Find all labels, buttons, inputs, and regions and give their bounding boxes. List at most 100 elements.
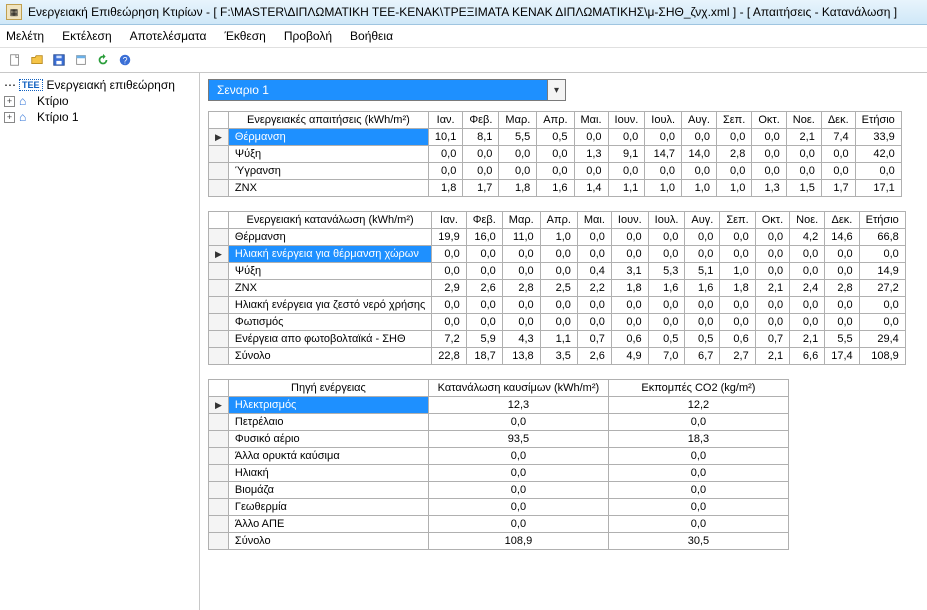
- cell[interactable]: 1,6: [648, 280, 685, 297]
- col-header[interactable]: Οκτ.: [752, 112, 786, 129]
- cell[interactable]: 0,0: [466, 297, 502, 314]
- cell[interactable]: 0,0: [859, 246, 905, 263]
- cell[interactable]: 5,9: [466, 331, 502, 348]
- col-header[interactable]: Σεπ.: [720, 212, 755, 229]
- row-label[interactable]: Θέρμανση: [228, 129, 428, 146]
- cell[interactable]: 2,1: [755, 348, 789, 365]
- cell[interactable]: 14,7: [645, 146, 682, 163]
- cell[interactable]: 1,0: [720, 263, 755, 280]
- row-label[interactable]: Ψύξη: [228, 146, 428, 163]
- row-label[interactable]: Σύνολο: [228, 348, 431, 365]
- cell[interactable]: 0,0: [720, 246, 755, 263]
- cell[interactable]: 2,4: [790, 280, 825, 297]
- cell[interactable]: 0,0: [428, 163, 462, 180]
- col-header[interactable]: Απρ.: [537, 112, 574, 129]
- cell[interactable]: 1,6: [685, 280, 720, 297]
- cell[interactable]: 0,0: [540, 314, 577, 331]
- menu-results[interactable]: Αποτελέσματα: [130, 29, 207, 43]
- cell[interactable]: 1,0: [645, 180, 682, 197]
- cell[interactable]: 0,0: [540, 246, 577, 263]
- cell[interactable]: 0,5: [537, 129, 574, 146]
- cell[interactable]: 108,9: [428, 533, 608, 550]
- col-header[interactable]: Ετήσιο: [855, 112, 901, 129]
- col-header[interactable]: Αυγ.: [685, 212, 720, 229]
- cell[interactable]: 0,0: [466, 314, 502, 331]
- row-label[interactable]: Ηλιακή ενέργεια για θέρμανση χώρων: [228, 246, 431, 263]
- cell[interactable]: 0,0: [502, 297, 540, 314]
- cell[interactable]: 0,0: [720, 314, 755, 331]
- refresh-icon[interactable]: [94, 51, 112, 69]
- table-row[interactable]: Ψύξη0,00,00,00,01,39,114,714,02,80,00,00…: [209, 146, 902, 163]
- cell[interactable]: 0,0: [608, 414, 788, 431]
- cell[interactable]: 11,0: [502, 229, 540, 246]
- cell[interactable]: 7,0: [648, 348, 685, 365]
- cell[interactable]: 33,9: [855, 129, 901, 146]
- cell[interactable]: 0,0: [608, 163, 645, 180]
- col-header[interactable]: Νοε.: [790, 212, 825, 229]
- cell[interactable]: 0,0: [432, 263, 466, 280]
- cell[interactable]: 2,1: [755, 280, 789, 297]
- expand-icon[interactable]: +: [4, 96, 15, 107]
- cell[interactable]: 19,9: [432, 229, 466, 246]
- save-icon[interactable]: [50, 51, 68, 69]
- cell[interactable]: 2,8: [716, 146, 751, 163]
- col-header[interactable]: Κατανάλωση καυσίμων (kWh/m²): [428, 380, 608, 397]
- row-label[interactable]: ΖΝΧ: [228, 180, 428, 197]
- col-header[interactable]: Αυγ.: [682, 112, 717, 129]
- help-icon[interactable]: ?: [116, 51, 134, 69]
- cell[interactable]: 0,6: [720, 331, 755, 348]
- cell[interactable]: 1,4: [574, 180, 608, 197]
- col-header[interactable]: Φεβ.: [463, 112, 499, 129]
- cell[interactable]: 0,0: [432, 314, 466, 331]
- cell[interactable]: 12,3: [428, 397, 608, 414]
- cell[interactable]: 0,0: [428, 414, 608, 431]
- row-label[interactable]: Ηλεκτρισμός: [228, 397, 428, 414]
- nav-tree[interactable]: ⋯ TEE Ενεργειακή επιθεώρηση + ⌂ Κτίριο +…: [0, 73, 200, 610]
- cell[interactable]: 27,2: [859, 280, 905, 297]
- cell[interactable]: 1,5: [786, 180, 821, 197]
- cell[interactable]: 22,8: [432, 348, 466, 365]
- cell[interactable]: 6,6: [790, 348, 825, 365]
- cell[interactable]: 1,8: [428, 180, 462, 197]
- cell[interactable]: 5,1: [685, 263, 720, 280]
- row-label[interactable]: Φωτισμός: [228, 314, 431, 331]
- menu-study[interactable]: Μελέτη: [6, 29, 44, 43]
- cell[interactable]: 9,1: [608, 146, 645, 163]
- table-row[interactable]: Άλλο ΑΠΕ0,00,0: [209, 516, 789, 533]
- cell[interactable]: 0,0: [720, 297, 755, 314]
- table-row[interactable]: Ηλιακή0,00,0: [209, 465, 789, 482]
- cell[interactable]: 1,7: [463, 180, 499, 197]
- col-header[interactable]: Ιουν.: [611, 212, 648, 229]
- col-header[interactable]: Μαρ.: [499, 112, 537, 129]
- cell[interactable]: 0,0: [499, 163, 537, 180]
- cell[interactable]: 0,7: [577, 331, 611, 348]
- chevron-down-icon[interactable]: [548, 79, 566, 101]
- cell[interactable]: 1,8: [499, 180, 537, 197]
- cell[interactable]: 5,5: [499, 129, 537, 146]
- cell[interactable]: 108,9: [859, 348, 905, 365]
- cell[interactable]: 13,8: [502, 348, 540, 365]
- row-label[interactable]: Άλλο ΑΠΕ: [228, 516, 428, 533]
- cell[interactable]: 0,0: [859, 297, 905, 314]
- cell[interactable]: 14,9: [859, 263, 905, 280]
- table-row[interactable]: Ενέργεια απο φωτοβολταϊκά - ΣΗΘ7,25,94,3…: [209, 331, 906, 348]
- cell[interactable]: 0,0: [428, 465, 608, 482]
- cell[interactable]: 0,0: [716, 129, 751, 146]
- cell[interactable]: 14,6: [825, 229, 859, 246]
- cell[interactable]: 17,4: [825, 348, 859, 365]
- cell[interactable]: 0,0: [755, 229, 789, 246]
- tree-item-inspection[interactable]: ⋯ TEE Ενεργειακή επιθεώρηση: [2, 77, 197, 93]
- cell[interactable]: 0,0: [577, 297, 611, 314]
- sources-grid[interactable]: Πηγή ενέργειαςΚατανάλωση καυσίμων (kWh/m…: [208, 379, 789, 550]
- cell[interactable]: 0,0: [540, 263, 577, 280]
- cell[interactable]: 0,0: [428, 146, 462, 163]
- cell[interactable]: 93,5: [428, 431, 608, 448]
- cell[interactable]: 8,1: [463, 129, 499, 146]
- col-header[interactable]: Πηγή ενέργειας: [228, 380, 428, 397]
- cell[interactable]: 0,0: [502, 263, 540, 280]
- table-row[interactable]: Άλλα ορυκτά καύσιμα0,00,0: [209, 448, 789, 465]
- cell[interactable]: 0,0: [608, 482, 788, 499]
- cell[interactable]: 0,0: [611, 229, 648, 246]
- cell[interactable]: 0,0: [608, 448, 788, 465]
- cell[interactable]: 0,0: [682, 163, 717, 180]
